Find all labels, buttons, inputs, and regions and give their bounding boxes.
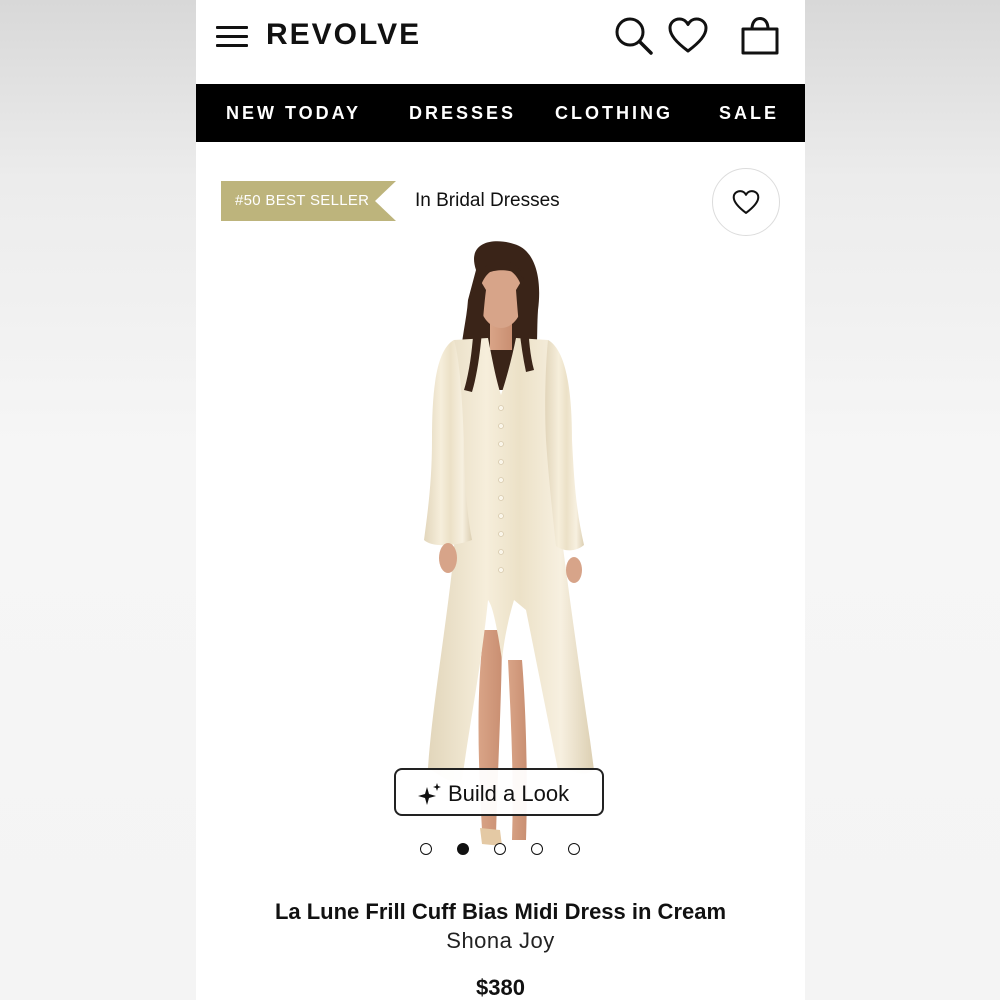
- add-to-wishlist-button[interactable]: [712, 168, 780, 236]
- product-price: $380: [476, 975, 525, 1000]
- search-icon[interactable]: [612, 14, 656, 58]
- category-nav: NEW TODAY DRESSES CLOTHING SALE: [196, 84, 805, 142]
- heart-icon: [732, 190, 760, 214]
- menu-icon[interactable]: [216, 26, 248, 48]
- build-a-look-label: Build a Look: [448, 781, 570, 806]
- shopping-bag-icon[interactable]: [738, 14, 782, 58]
- background-left: [0, 0, 196, 1000]
- image-carousel-indicator: [420, 843, 590, 857]
- badge-category-link[interactable]: In Bridal Dresses: [415, 190, 560, 212]
- background-right: [805, 0, 1000, 1000]
- best-seller-badge: #50 BEST SELLER: [221, 181, 396, 221]
- header-bar: REVOLVE: [196, 0, 805, 84]
- carousel-dot[interactable]: [531, 843, 543, 855]
- mobile-page: REVOLVE NEW TODAY DRESSES CLOTHING SALE …: [196, 0, 805, 1000]
- carousel-dot[interactable]: [420, 843, 432, 855]
- revolve-logo[interactable]: REVOLVE: [266, 18, 421, 52]
- product-title: La Lune Frill Cuff Bias Midi Dress in Cr…: [274, 899, 727, 924]
- nav-sale[interactable]: SALE: [719, 103, 779, 124]
- carousel-dot[interactable]: [568, 843, 580, 855]
- nav-clothing[interactable]: CLOTHING: [555, 103, 673, 124]
- product-brand[interactable]: Shona Joy: [196, 928, 805, 954]
- build-a-look-button[interactable]: Build a Look: [394, 768, 604, 816]
- sparkle-icon: [418, 783, 441, 805]
- carousel-dot-active[interactable]: [457, 843, 469, 855]
- nav-new-today[interactable]: NEW TODAY: [226, 103, 361, 124]
- heart-icon[interactable]: [666, 14, 710, 58]
- best-seller-label: #50 BEST SELLER: [235, 192, 370, 209]
- carousel-dot[interactable]: [494, 843, 506, 855]
- nav-dresses[interactable]: DRESSES: [409, 103, 516, 124]
